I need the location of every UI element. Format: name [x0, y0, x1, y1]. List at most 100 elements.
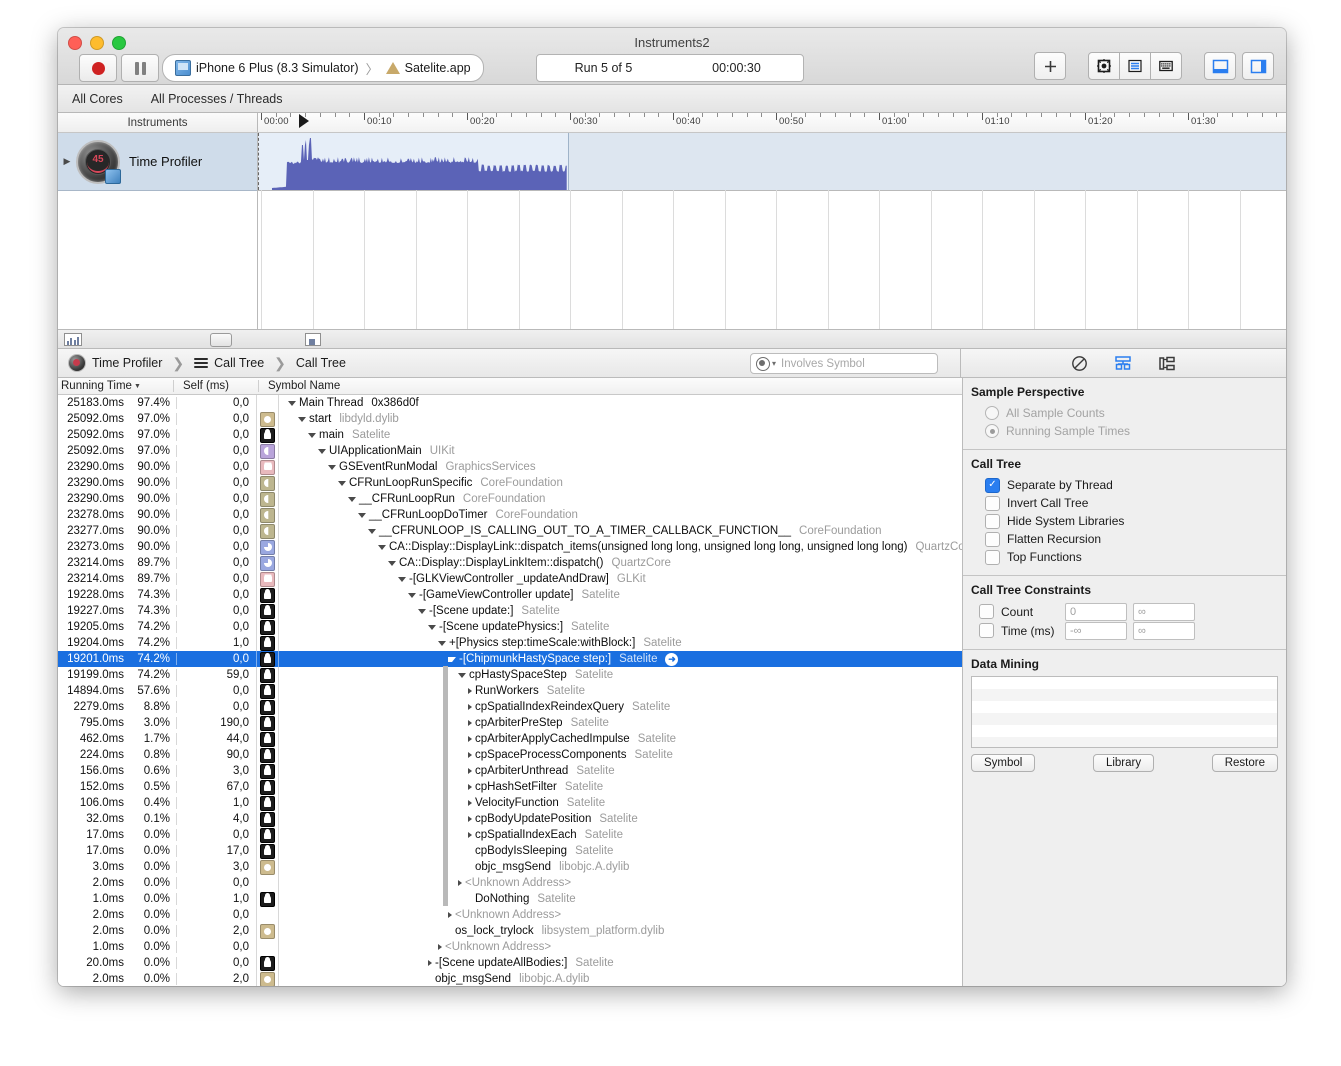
call-tree-row[interactable]: 23273.0ms 90.0% 0,0 CA::Display::DisplayLin… [58, 539, 962, 555]
call-tree-row[interactable]: 23290.0ms 90.0% 0,0 CFRunLoopRunSpecific Cor… [58, 475, 962, 491]
call-tree-row[interactable]: 19227.0ms 74.3% 0,0 -[Scene update:] Satelit… [58, 603, 962, 619]
disclosure-open-icon[interactable] [318, 449, 326, 454]
all-processes-selector[interactable]: All Processes / Threads [137, 92, 297, 106]
call-tree-row[interactable]: 20.0ms 0.0% 0,0 -[Scene updateAllBodies:] Sa… [58, 955, 962, 971]
column-header-running-time[interactable]: Running Time ▼ [58, 380, 174, 392]
disclosure-closed-icon[interactable] [468, 832, 472, 838]
disclosure-closed-icon[interactable] [438, 944, 442, 950]
radio-running-sample-times[interactable] [985, 424, 999, 438]
call-tree-row[interactable]: 224.0ms 0.8% 90,0 cpSpaceProcessComponents S… [58, 747, 962, 763]
call-tree-row[interactable]: 25183.0ms 97.4% 0,0 Main Thread 0x386d0f [58, 395, 962, 411]
call-tree-row[interactable]: 462.0ms 1.7% 44,0 cpArbiterApplyCachedImpul… [58, 731, 962, 747]
timeline-ruler[interactable]: 00:00 00:10 00:20 00:30 00:40 00:50 01:00 01:10… [258, 113, 1286, 132]
jumpbar-instrument[interactable]: Time Profiler [68, 354, 162, 372]
timeline-zoom-strip[interactable] [58, 330, 1286, 349]
column-header-self-ms[interactable]: Self (ms) [174, 380, 259, 392]
timeline-tracks[interactable] [258, 133, 1286, 329]
option-top-functions[interactable]: Top Functions [971, 548, 1278, 566]
toggle-detail-panel-button[interactable] [1204, 52, 1236, 80]
list-view-button[interactable] [1120, 52, 1151, 80]
disclosure-closed-icon[interactable] [468, 784, 472, 790]
jumpbar-view-mode[interactable]: Call Tree [194, 356, 264, 370]
disclosure-closed-icon[interactable] [458, 880, 462, 886]
all-cores-selector[interactable]: All Cores [58, 92, 137, 106]
disclosure-open-icon[interactable] [378, 545, 386, 550]
call-tree-row[interactable]: 2.0ms 0.0% 2,0 objc_msgSend libobjc.A.dylib [58, 971, 962, 986]
call-tree-row[interactable]: 25092.0ms 97.0% 0,0 main Satelite [58, 427, 962, 443]
disclosure-closed-icon[interactable] [468, 768, 472, 774]
checkbox-flatten-recursion[interactable] [985, 531, 1000, 547]
checkbox-invert-call-tree[interactable] [985, 495, 1000, 511]
disclosure-open-icon[interactable] [458, 673, 466, 678]
call-tree-row[interactable]: 25092.0ms 97.0% 0,0 start libdyld.dylib [58, 411, 962, 427]
keyboard-view-button[interactable] [1151, 52, 1182, 80]
checkbox-separate-by-thread[interactable] [985, 477, 1000, 493]
disclosure-open-icon[interactable] [338, 481, 346, 486]
disclosure-open-icon[interactable] [328, 465, 336, 470]
option-running-sample-times[interactable]: Running Sample Times [971, 422, 1278, 440]
data-mining-list[interactable] [971, 676, 1278, 748]
call-tree-rows[interactable]: 25183.0ms 97.4% 0,0 Main Thread 0x386d0f 2509… [58, 395, 962, 986]
constraint-count-max-input[interactable]: ∞ [1133, 602, 1195, 621]
call-tree-row[interactable]: 14894.0ms 57.6% 0,0 RunWorkers Satelite [58, 683, 962, 699]
disclosure-open-icon[interactable] [388, 561, 396, 566]
call-tree-row[interactable]: 19205.0ms 74.2% 0,0 -[Scene updatePhysics:]… [58, 619, 962, 635]
disclosure-open-icon[interactable] [298, 417, 306, 422]
call-tree-row[interactable]: 23290.0ms 90.0% 0,0 __CFRunLoopRun CoreFound… [58, 491, 962, 507]
disclosure-closed-icon[interactable] [468, 720, 472, 726]
call-tree-row[interactable]: 32.0ms 0.1% 4,0 cpBodyUpdatePosition Satelit… [58, 811, 962, 827]
option-invert-call-tree[interactable]: Invert Call Tree [971, 494, 1278, 512]
call-tree-row[interactable]: 19204.0ms 74.2% 1,0 +[Physics step:timeScal… [58, 635, 962, 651]
involves-symbol-search[interactable]: ▾ Involves Symbol [750, 353, 938, 374]
constraint-time-max-input[interactable]: ∞ [1133, 621, 1195, 640]
disclosure-closed-icon[interactable] [468, 752, 472, 758]
disclosure-closed-icon[interactable] [468, 704, 472, 710]
call-tree-row[interactable]: 795.0ms 3.0% 190,0 cpArbiterPreStep Satelite [58, 715, 962, 731]
option-hide-system-libraries[interactable]: Hide System Libraries [971, 512, 1278, 530]
call-tree-row[interactable]: 23277.0ms 90.0% 0,0 __CFRUNLOOP_IS_CALLING_… [58, 523, 962, 539]
cpu-strategy-button[interactable] [1088, 52, 1120, 80]
checkbox-constraint-count[interactable] [979, 604, 994, 619]
disclosure-open-icon[interactable] [418, 609, 426, 614]
constraint-count-label-group[interactable]: Count [971, 604, 1065, 619]
call-tree-row[interactable]: 152.0ms 0.5% 67,0 cpHashSetFilter Satelite [58, 779, 962, 795]
zoom-slider-handle[interactable] [210, 333, 232, 347]
chevron-down-icon[interactable]: ▾ [772, 359, 776, 368]
option-flatten-recursion[interactable]: Flatten Recursion [971, 530, 1278, 548]
constraint-count-min-input[interactable]: 0 [1065, 602, 1127, 621]
call-tree-row[interactable]: 25092.0ms 97.0% 0,0 UIApplicationMain UIKit [58, 443, 962, 459]
disclosure-closed-icon[interactable] [448, 912, 452, 918]
target-selector[interactable]: iPhone 6 Plus (8.3 Simulator) 〉 Satelite… [162, 54, 484, 82]
disclosure-closed-icon[interactable] [468, 800, 472, 806]
checkbox-hide-system-libraries[interactable] [985, 513, 1000, 529]
focus-symbol-arrow-icon[interactable]: ➜ [665, 652, 679, 666]
call-tree-row[interactable]: 17.0ms 0.0% 0,0 cpSpatialIndexEach Satelite [58, 827, 962, 843]
call-tree-row[interactable]: 156.0ms 0.6% 3,0 cpArbiterUnthread Satelite [58, 763, 962, 779]
disclosure-closed-icon[interactable] [468, 736, 472, 742]
call-tree-row[interactable]: 23214.0ms 89.7% 0,0 -[GLKViewController _up… [58, 571, 962, 587]
constraint-time-label-group[interactable]: Time (ms) [971, 623, 1065, 638]
inspector-tab-record-settings[interactable] [1071, 355, 1088, 372]
option-all-sample-counts[interactable]: All Sample Counts [971, 404, 1278, 422]
call-tree-row[interactable]: 2279.0ms 8.8% 0,0 cpSpatialIndexReindexQuer… [58, 699, 962, 715]
call-tree-row[interactable]: 23278.0ms 90.0% 0,0 __CFRunLoopDoTimer CoreF… [58, 507, 962, 523]
disclosure-open-icon[interactable] [398, 577, 406, 582]
call-tree-row[interactable]: 19199.0ms 74.2% 59,0 cpHastySpaceStep Sateli… [58, 667, 962, 683]
disclosure-open-icon[interactable] [438, 641, 446, 646]
call-tree-row[interactable]: 17.0ms 0.0% 17,0 cpBodyIsSleeping Satelite [58, 843, 962, 859]
radio-all-sample-counts[interactable] [985, 406, 999, 420]
checkbox-constraint-time[interactable] [979, 623, 994, 638]
restore-button[interactable]: Restore [1211, 754, 1278, 772]
disclosure-closed-icon[interactable] [428, 960, 432, 966]
disclosure-closed-icon[interactable] [468, 816, 472, 822]
toggle-inspector-panel-button[interactable] [1242, 52, 1274, 80]
instrument-row-time-profiler[interactable]: ▶ 45 Time Profiler [58, 133, 257, 191]
inspector-tab-display-settings[interactable] [1114, 355, 1132, 372]
constraint-time-min-input[interactable]: -∞ [1065, 621, 1127, 640]
call-tree-row[interactable]: 106.0ms 0.4% 1,0 VelocityFunction Satelite [58, 795, 962, 811]
disclosure-open-icon[interactable] [308, 433, 316, 438]
checkbox-top-functions[interactable] [985, 549, 1000, 565]
call-tree-row-selected[interactable]: 19201.0ms 74.2% 0,0 -[ChipmunkHastySpace st… [58, 651, 962, 667]
disclosure-open-icon[interactable] [368, 529, 376, 534]
disclosure-open-icon[interactable] [408, 593, 416, 598]
